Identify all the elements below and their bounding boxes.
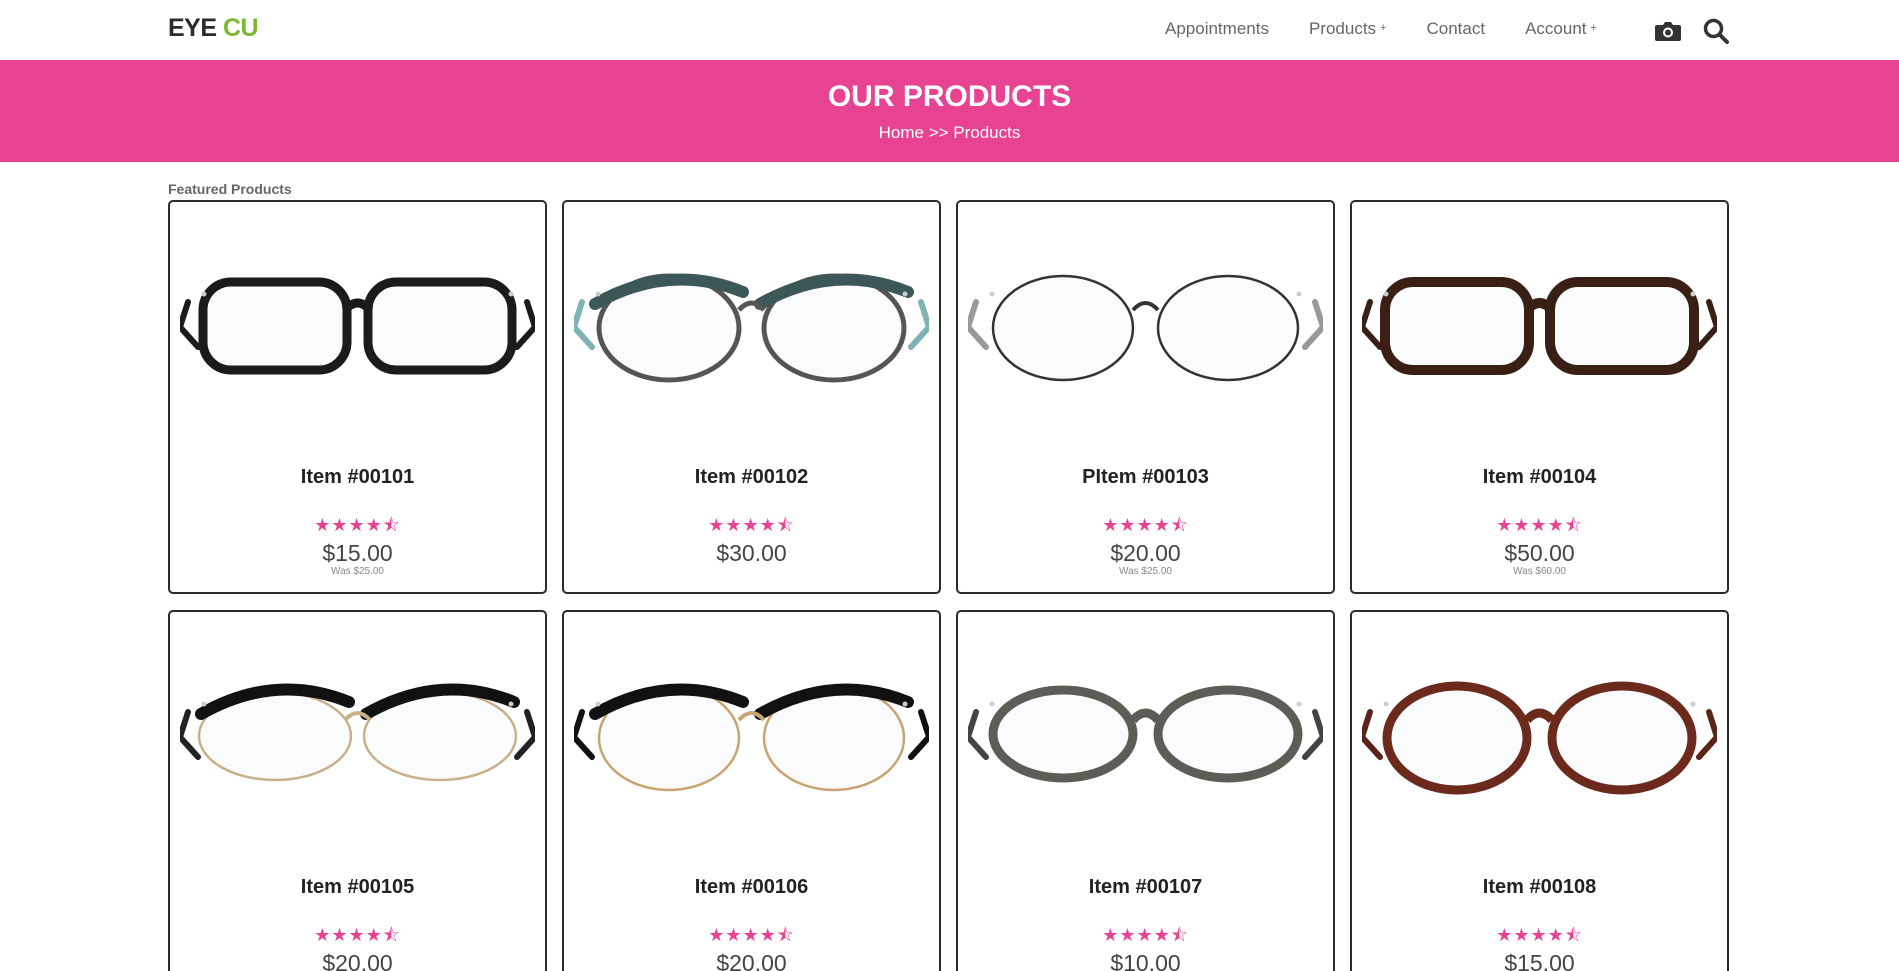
product-card[interactable]: Item #00106 ★★★★⯪ $20.00	[562, 610, 941, 971]
lens	[1153, 685, 1303, 783]
rating-stars: ★★★★⯪	[708, 925, 795, 945]
page-title: OUR PRODUCTS	[827, 80, 1072, 113]
product-image	[968, 685, 1323, 783]
rating-stars: ★★★★⯪	[708, 515, 795, 535]
product-image	[968, 274, 1323, 382]
rating-stars: ★★★★⯪	[1496, 925, 1583, 945]
lens	[198, 277, 352, 375]
product-name: Item #00102	[694, 466, 809, 488]
product-name: Item #00105	[300, 876, 415, 898]
product-card[interactable]: Item #00104 ★★★★⯪ $50.00 Was $60.00	[1350, 200, 1729, 594]
lens	[1547, 681, 1697, 795]
nav-contact[interactable]: Contact	[1426, 19, 1485, 39]
product-price: $10.00	[1110, 950, 1181, 971]
product-price: $20.00	[1110, 540, 1181, 566]
search-icon[interactable]	[1701, 16, 1731, 46]
lens	[991, 274, 1135, 382]
rating-stars: ★★★★⯪	[1102, 515, 1189, 535]
rating-stars: ★★★★⯪	[1102, 925, 1189, 945]
nav-appointments[interactable]: Appointments	[1165, 19, 1269, 39]
product-name: Item #00106	[694, 876, 809, 898]
product-card[interactable]: PItem #00103 ★★★★⯪ $20.00 Was $25.00	[956, 200, 1335, 594]
lens	[1545, 277, 1699, 375]
products-plus: +	[1380, 22, 1387, 34]
camera-icon[interactable]	[1653, 16, 1683, 46]
top-navbar: EYE CU Appointments Products + Contact Ac…	[0, 0, 1899, 60]
product-price: $20.00	[322, 950, 393, 971]
product-image	[574, 683, 929, 792]
product-name: Item #00108	[1482, 876, 1597, 898]
product-image	[180, 683, 535, 782]
product-name: Item #00101	[300, 466, 415, 488]
logo-cu: CU	[222, 14, 259, 42]
product-price: $30.00	[716, 540, 787, 566]
lens	[1156, 274, 1300, 382]
site-logo[interactable]: EYE CU	[168, 14, 259, 43]
lens	[363, 277, 517, 375]
rating-stars: ★★★★⯪	[1496, 515, 1583, 535]
breadcrumb[interactable]: Home >> Products	[0, 123, 1899, 143]
product-price: $20.00	[716, 950, 787, 971]
product-image	[180, 277, 535, 375]
lens	[1380, 277, 1534, 375]
nav-account[interactable]: Account +	[1525, 19, 1597, 39]
was-price: Was $25.00	[331, 566, 384, 577]
was-price: Was $60.00	[1513, 566, 1566, 577]
product-name: Item #00107	[1088, 876, 1203, 898]
product-card[interactable]: Item #00101 ★★★★⯪ $15.00 Was $25.00	[168, 200, 547, 594]
nav-products[interactable]: Products +	[1309, 19, 1387, 39]
product-name: PItem #00103	[1082, 466, 1209, 488]
product-card[interactable]: Item #00105 ★★★★⯪ $20.00	[168, 610, 547, 971]
product-price: $15.00	[322, 540, 393, 566]
rating-stars: ★★★★⯪	[314, 925, 401, 945]
product-price: $15.00	[1504, 950, 1575, 971]
page-banner: OUR PRODUCTS Home >> Products	[0, 60, 1899, 162]
lens	[988, 685, 1138, 783]
product-image	[1362, 681, 1717, 795]
section-label: Featured Products	[168, 181, 292, 197]
main-nav: Appointments Products + Contact Account +	[1165, 19, 1637, 39]
rating-stars: ★★★★⯪	[314, 515, 401, 535]
product-card[interactable]: Item #00107 ★★★★⯪ $10.00	[956, 610, 1335, 971]
logo-eye: EYE	[168, 14, 217, 42]
account-plus: +	[1590, 22, 1597, 34]
product-card[interactable]: Item #00102 ★★★★⯪ $30.00	[562, 200, 941, 594]
product-image	[1362, 277, 1717, 375]
product-image	[574, 273, 929, 383]
product-price: $50.00	[1504, 540, 1575, 566]
product-name: Item #00104	[1482, 466, 1597, 488]
product-card[interactable]: Item #00108 ★★★★⯪ $15.00	[1350, 610, 1729, 971]
was-price: Was $25.00	[1119, 566, 1172, 577]
lens	[1382, 681, 1532, 795]
